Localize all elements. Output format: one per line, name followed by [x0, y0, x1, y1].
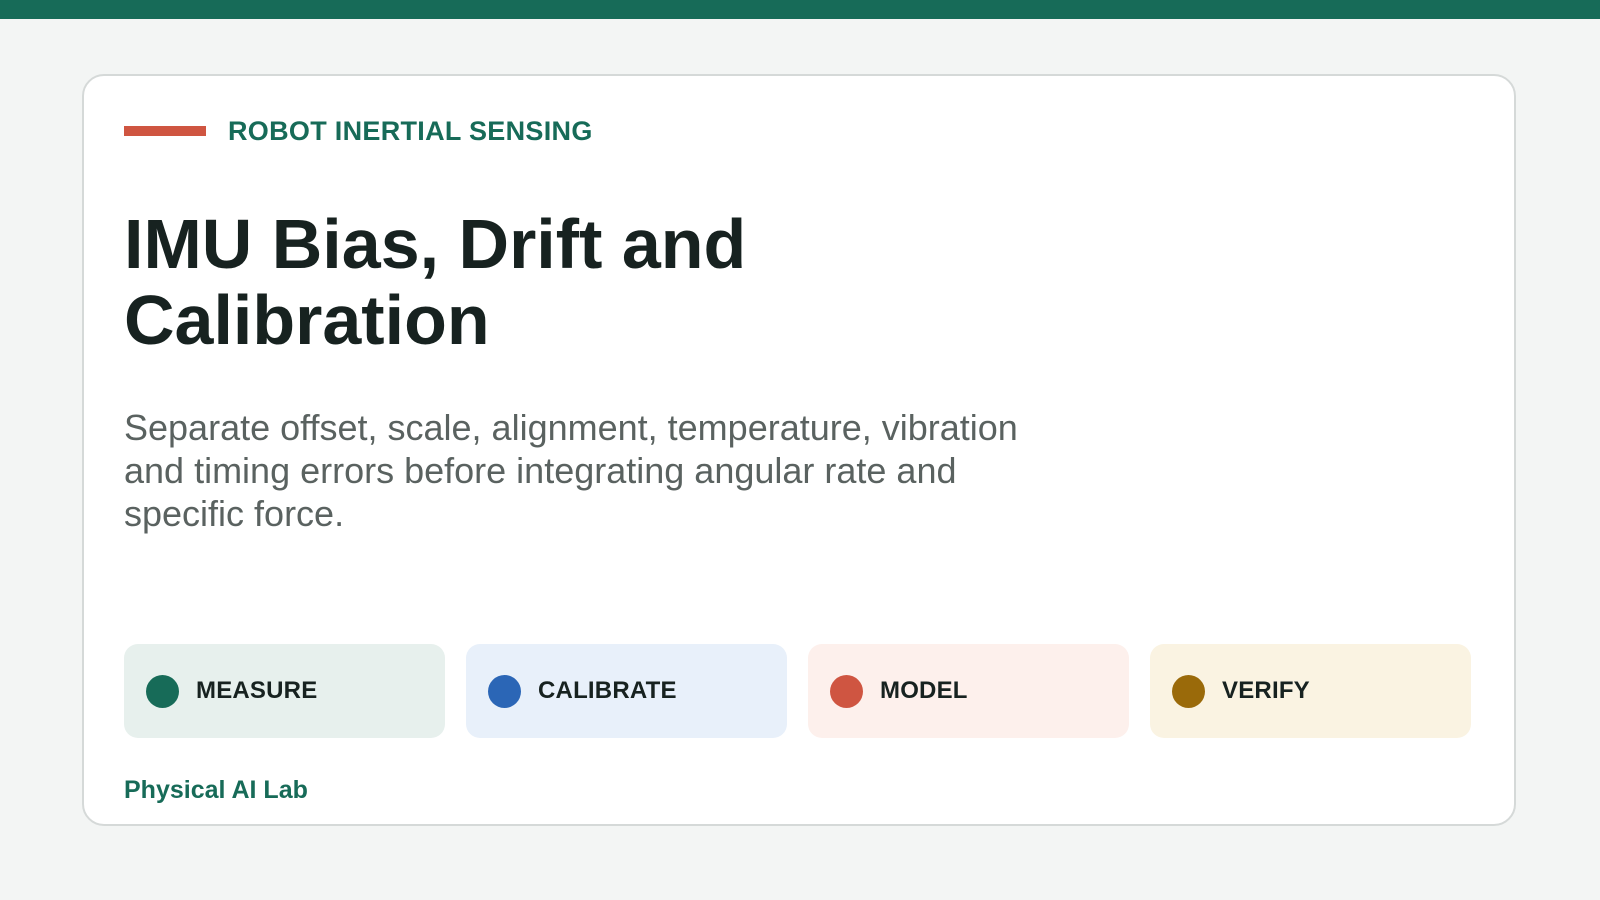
page-subtitle: Separate offset, scale, alignment, tempe… [124, 407, 1018, 534]
step-calibrate[interactable]: CALIBRATE [466, 644, 787, 738]
gold-dot-icon [1172, 674, 1205, 708]
eyebrow-label: ROBOT INERTIAL SENSING [228, 115, 593, 146]
red-dot-icon [830, 674, 863, 708]
page-title: IMU Bias, Drift and Calibration [124, 205, 747, 359]
blue-dot-icon [488, 674, 521, 708]
step-label: MODEL [880, 677, 968, 704]
green-dot-icon [146, 674, 179, 708]
footer-lab-name: Physical AI Lab [124, 776, 308, 804]
top-accent-band [0, 0, 1600, 19]
step-measure[interactable]: MEASURE [124, 644, 445, 738]
step-verify[interactable]: VERIFY [1150, 644, 1471, 738]
eyebrow: ROBOT INERTIAL SENSING [124, 116, 593, 146]
eyebrow-accent-bar [124, 126, 206, 136]
step-label: CALIBRATE [538, 677, 677, 704]
step-label: VERIFY [1222, 677, 1310, 704]
title-card: ROBOT INERTIAL SENSING IMU Bias, Drift a… [82, 74, 1516, 826]
step-model[interactable]: MODEL [808, 644, 1129, 738]
step-list: MEASURE CALIBRATE MODEL VERIFY [124, 644, 1471, 738]
step-label: MEASURE [196, 677, 318, 704]
